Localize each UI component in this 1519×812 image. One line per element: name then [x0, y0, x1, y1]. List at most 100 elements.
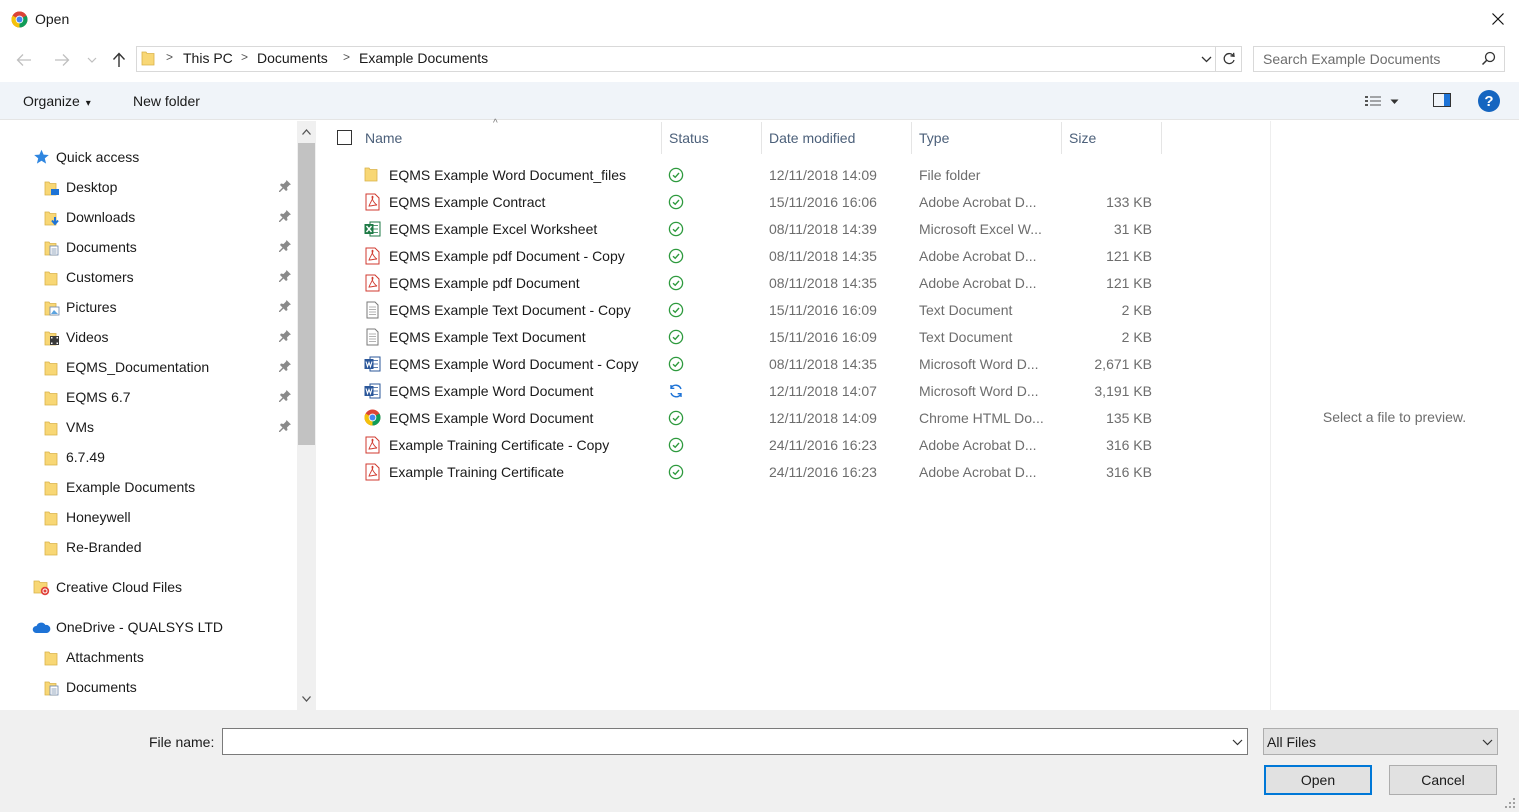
nav-label: Customers: [66, 269, 134, 285]
breadcrumb-documents[interactable]: Documents: [257, 50, 328, 66]
synced-check-icon: [668, 329, 684, 345]
nav-item[interactable]: Documents: [0, 673, 296, 701]
nav-item[interactable]: Customers: [0, 263, 296, 291]
nav-item[interactable]: Attachments: [0, 643, 296, 671]
file-name-input[interactable]: [223, 729, 1223, 754]
nav-label: Creative Cloud Files: [56, 579, 183, 595]
pin-icon[interactable]: [278, 209, 292, 226]
column-header-type[interactable]: Type: [919, 130, 949, 146]
folder-icon: [44, 420, 58, 439]
search-icon[interactable]: [1481, 51, 1496, 69]
command-bar: [0, 82, 1519, 120]
file-size: 121 KB: [1106, 248, 1152, 264]
column-divider[interactable]: [761, 122, 762, 154]
column-divider[interactable]: [1161, 122, 1162, 154]
pin-icon[interactable]: [278, 359, 292, 376]
column-divider[interactable]: [911, 122, 912, 154]
column-header-date-modified[interactable]: Date modified: [769, 130, 855, 146]
select-all-checkbox[interactable]: [337, 130, 352, 145]
breadcrumb-this-pc[interactable]: This PC: [183, 50, 233, 66]
back-button[interactable]: [12, 48, 36, 72]
sort-ascending-icon: ^: [493, 118, 498, 129]
help-button[interactable]: ?: [1478, 90, 1500, 112]
folder-icon: [44, 540, 58, 559]
nav-label: Honeywell: [66, 509, 131, 525]
nav-item[interactable]: Downloads: [0, 203, 296, 231]
table-row[interactable]: EQMS Example Word Document - Copy 08/11/2…: [316, 351, 1270, 378]
file-type-dropdown-arrow[interactable]: [1478, 733, 1496, 751]
nav-item[interactable]: Pictures: [0, 293, 296, 321]
table-row[interactable]: EQMS Example Word Document 12/11/2018 14:…: [316, 378, 1270, 405]
pin-icon[interactable]: [278, 239, 292, 256]
table-row[interactable]: EQMS Example Excel Worksheet 08/11/2018 1…: [316, 216, 1270, 243]
table-row[interactable]: EQMS Example pdf Document - Copy 08/11/20…: [316, 243, 1270, 270]
nav-item[interactable]: 6.7.49: [0, 443, 296, 471]
column-header-size[interactable]: Size: [1069, 130, 1096, 146]
table-row[interactable]: EQMS Example Word Document_files 12/11/20…: [316, 162, 1270, 189]
column-header-name[interactable]: Name: [365, 130, 402, 146]
open-button[interactable]: Open: [1264, 765, 1372, 795]
file-date-modified: 24/11/2016 16:23: [769, 464, 877, 480]
pin-icon[interactable]: [278, 419, 292, 436]
nav-label: Videos: [66, 329, 109, 345]
resize-grip-icon[interactable]: [1503, 796, 1517, 810]
nav-creative-cloud[interactable]: Creative Cloud Files: [0, 573, 296, 601]
table-row[interactable]: EQMS Example Text Document 15/11/2016 16:…: [316, 324, 1270, 351]
nav-item[interactable]: Honeywell: [0, 503, 296, 531]
column-divider[interactable]: [661, 122, 662, 154]
cancel-button[interactable]: Cancel: [1389, 765, 1497, 795]
nav-label: Desktop: [66, 179, 118, 195]
file-size: 2 KB: [1121, 302, 1152, 318]
syncing-arrows-icon: [668, 383, 684, 399]
table-row[interactable]: EQMS Example pdf Document 08/11/2018 14:3…: [316, 270, 1270, 297]
column-header-status[interactable]: Status: [669, 130, 709, 146]
pin-icon[interactable]: [278, 179, 292, 196]
table-row[interactable]: Example Training Certificate - Copy 24/11…: [316, 432, 1270, 459]
nav-label: Downloads: [66, 209, 136, 225]
table-row[interactable]: Example Training Certificate 24/11/2016 1…: [316, 459, 1270, 486]
nav-onedrive[interactable]: OneDrive - QUALSYS LTD: [0, 613, 296, 641]
refresh-button[interactable]: [1216, 46, 1242, 72]
forward-button[interactable]: [50, 48, 74, 72]
table-row[interactable]: EQMS Example Text Document - Copy 15/11/2…: [316, 297, 1270, 324]
file-type: Text Document: [919, 302, 1013, 318]
star-icon: [33, 149, 50, 168]
search-input[interactable]: [1254, 47, 1474, 71]
pin-icon[interactable]: [278, 329, 292, 346]
breadcrumb-example-documents[interactable]: Example Documents: [359, 50, 488, 66]
pin-icon[interactable]: [278, 269, 292, 286]
organize-button[interactable]: Organize ▾: [23, 93, 91, 109]
file-name-history-dropdown[interactable]: [1228, 733, 1246, 751]
scroll-up-button[interactable]: [297, 124, 316, 140]
table-row[interactable]: EQMS Example Word Document 12/11/2018 14:…: [316, 405, 1270, 432]
folder-icon: [141, 50, 155, 69]
nav-quick-access[interactable]: Quick access: [0, 143, 296, 171]
dialog-footer: [0, 710, 1519, 812]
nav-scrollbar-thumb[interactable]: [298, 143, 315, 445]
nav-item[interactable]: EQMS_Documentation: [0, 353, 296, 381]
synced-check-icon: [668, 464, 684, 480]
pin-icon[interactable]: [278, 299, 292, 316]
close-button[interactable]: [1480, 3, 1516, 35]
recent-locations-button[interactable]: [82, 48, 102, 72]
file-size: 3,191 KB: [1094, 383, 1152, 399]
word-icon: [364, 355, 381, 373]
nav-item[interactable]: Example Documents: [0, 473, 296, 501]
column-divider[interactable]: [1061, 122, 1062, 154]
folder-icon: [44, 480, 58, 499]
up-button[interactable]: [107, 48, 131, 72]
table-row[interactable]: EQMS Example Contract 15/11/2016 16:06 Ado…: [316, 189, 1270, 216]
nav-item[interactable]: EQMS 6.7: [0, 383, 296, 411]
change-view-button[interactable]: [1364, 92, 1410, 112]
synced-check-icon: [668, 167, 684, 183]
scroll-down-button[interactable]: [297, 691, 316, 707]
nav-item[interactable]: Desktop: [0, 173, 296, 201]
address-history-dropdown[interactable]: [1196, 48, 1216, 70]
pin-icon[interactable]: [278, 389, 292, 406]
nav-item[interactable]: VMs: [0, 413, 296, 441]
nav-item[interactable]: Documents: [0, 233, 296, 261]
nav-item[interactable]: Videos: [0, 323, 296, 351]
preview-pane-button[interactable]: [1433, 92, 1453, 112]
new-folder-button[interactable]: New folder: [133, 93, 200, 109]
nav-item[interactable]: Re-Branded: [0, 533, 296, 561]
